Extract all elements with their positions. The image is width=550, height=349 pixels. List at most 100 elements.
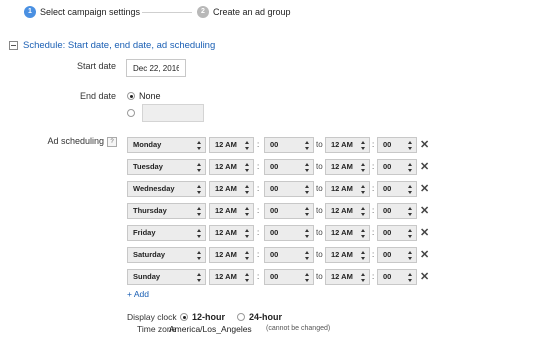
time-colon: : <box>257 206 260 215</box>
time-colon: : <box>257 184 260 193</box>
select-arrows-icon <box>197 141 202 150</box>
to-hour-value: 12 AM <box>331 140 353 149</box>
help-icon[interactable]: ? <box>107 137 117 147</box>
time-colon: : <box>372 206 375 215</box>
to-minute-select[interactable]: 00 <box>377 159 417 175</box>
from-hour-select[interactable]: 12 AM <box>209 247 254 263</box>
add-schedule-link[interactable]: + Add <box>127 289 149 299</box>
clock-12-hour-radio[interactable] <box>180 313 188 321</box>
step-1-label[interactable]: Select campaign settings <box>40 6 140 18</box>
select-arrows-icon <box>245 163 250 172</box>
from-hour-select[interactable]: 12 AM <box>209 181 254 197</box>
from-hour-select[interactable]: 12 AM <box>209 159 254 175</box>
to-hour-value: 12 AM <box>331 184 353 193</box>
time-zone-value: America/Los_Angeles <box>169 324 252 334</box>
schedule-row: Sunday 12 AM:00 to 12 AM:00 ✕ <box>127 269 437 285</box>
day-select[interactable]: Monday <box>127 137 206 153</box>
time-colon: : <box>372 250 375 259</box>
to-minute-select[interactable]: 00 <box>377 225 417 241</box>
to-hour-select[interactable]: 12 AM <box>325 137 370 153</box>
end-date-custom-radio[interactable] <box>127 109 135 117</box>
step-2-label[interactable]: Create an ad group <box>213 6 291 18</box>
section-title[interactable]: Schedule: Start date, end date, ad sched… <box>23 40 215 51</box>
to-minute-select[interactable]: 00 <box>377 181 417 197</box>
time-colon: : <box>257 228 260 237</box>
to-hour-select[interactable]: 12 AM <box>325 225 370 241</box>
select-arrows-icon <box>305 185 310 194</box>
to-minute-select[interactable]: 00 <box>377 137 417 153</box>
remove-row-icon[interactable]: ✕ <box>420 137 429 153</box>
time-colon: : <box>372 162 375 171</box>
schedule-row: Tuesday 12 AM:00 to 12 AM:00 ✕ <box>127 159 437 175</box>
to-minute-select[interactable]: 00 <box>377 203 417 219</box>
from-minute-select[interactable]: 00 <box>264 137 314 153</box>
end-date-input[interactable] <box>142 104 204 122</box>
remove-row-icon[interactable]: ✕ <box>420 203 429 219</box>
remove-row-icon[interactable]: ✕ <box>420 225 429 241</box>
remove-row-icon[interactable]: ✕ <box>420 181 429 197</box>
from-hour-select[interactable]: 12 AM <box>209 269 254 285</box>
day-select[interactable]: Tuesday <box>127 159 206 175</box>
clock-24-hour-radio[interactable] <box>237 313 245 321</box>
to-hour-value: 12 AM <box>331 162 353 171</box>
day-select[interactable]: Sunday <box>127 269 206 285</box>
from-minute-value: 00 <box>270 250 279 259</box>
from-minute-select[interactable]: 00 <box>264 159 314 175</box>
from-minute-select[interactable]: 00 <box>264 203 314 219</box>
collapse-minus-icon[interactable] <box>9 40 18 50</box>
to-hour-select[interactable]: 12 AM <box>325 159 370 175</box>
to-separator: to <box>316 206 323 215</box>
to-hour-select[interactable]: 12 AM <box>325 203 370 219</box>
day-select[interactable]: Thursday <box>127 203 206 219</box>
day-select-value: Sunday <box>133 272 161 281</box>
to-minute-value: 00 <box>383 184 392 193</box>
to-hour-select[interactable]: 12 AM <box>325 269 370 285</box>
select-arrows-icon <box>361 141 366 150</box>
from-minute-select[interactable]: 00 <box>264 225 314 241</box>
time-colon: : <box>372 140 375 149</box>
from-minute-value: 00 <box>270 272 279 281</box>
select-arrows-icon <box>361 273 366 282</box>
day-select[interactable]: Saturday <box>127 247 206 263</box>
to-hour-select[interactable]: 12 AM <box>325 181 370 197</box>
select-arrows-icon <box>245 229 250 238</box>
from-minute-select[interactable]: 00 <box>264 181 314 197</box>
remove-row-icon[interactable]: ✕ <box>420 159 429 175</box>
select-arrows-icon <box>197 163 202 172</box>
end-date-none-radio[interactable] <box>127 92 135 100</box>
select-arrows-icon <box>197 273 202 282</box>
select-arrows-icon <box>361 251 366 260</box>
to-hour-select[interactable]: 12 AM <box>325 247 370 263</box>
from-hour-select[interactable]: 12 AM <box>209 225 254 241</box>
to-minute-select[interactable]: 00 <box>377 247 417 263</box>
end-date-label: End date <box>79 91 116 101</box>
to-minute-select[interactable]: 00 <box>377 269 417 285</box>
start-date-input[interactable] <box>126 59 186 77</box>
select-arrows-icon <box>361 163 366 172</box>
to-hour-value: 12 AM <box>331 250 353 259</box>
select-arrows-icon <box>245 185 250 194</box>
day-select[interactable]: Friday <box>127 225 206 241</box>
select-arrows-icon <box>408 141 413 150</box>
select-arrows-icon <box>197 229 202 238</box>
from-minute-select[interactable]: 00 <box>264 247 314 263</box>
schedule-section-header[interactable]: Schedule: Start date, end date, ad sched… <box>9 39 215 51</box>
day-select-value: Friday <box>133 228 156 237</box>
remove-row-icon[interactable]: ✕ <box>420 269 429 285</box>
start-date-label: Start date <box>76 61 116 71</box>
day-select[interactable]: Wednesday <box>127 181 206 197</box>
clock-24-hour-label: 24-hour <box>249 312 283 322</box>
from-hour-select[interactable]: 12 AM <box>209 137 254 153</box>
time-colon: : <box>372 228 375 237</box>
remove-row-icon[interactable]: ✕ <box>420 247 429 263</box>
select-arrows-icon <box>408 185 413 194</box>
from-hour-select[interactable]: 12 AM <box>209 203 254 219</box>
end-date-none-label: None <box>139 91 161 101</box>
from-hour-value: 12 AM <box>215 272 237 281</box>
schedule-row: Thursday 12 AM:00 to 12 AM:00 ✕ <box>127 203 437 219</box>
time-colon: : <box>257 162 260 171</box>
day-select-value: Wednesday <box>133 184 175 193</box>
display-clock-label: Display clock <box>127 312 177 322</box>
from-hour-value: 12 AM <box>215 140 237 149</box>
from-minute-select[interactable]: 00 <box>264 269 314 285</box>
